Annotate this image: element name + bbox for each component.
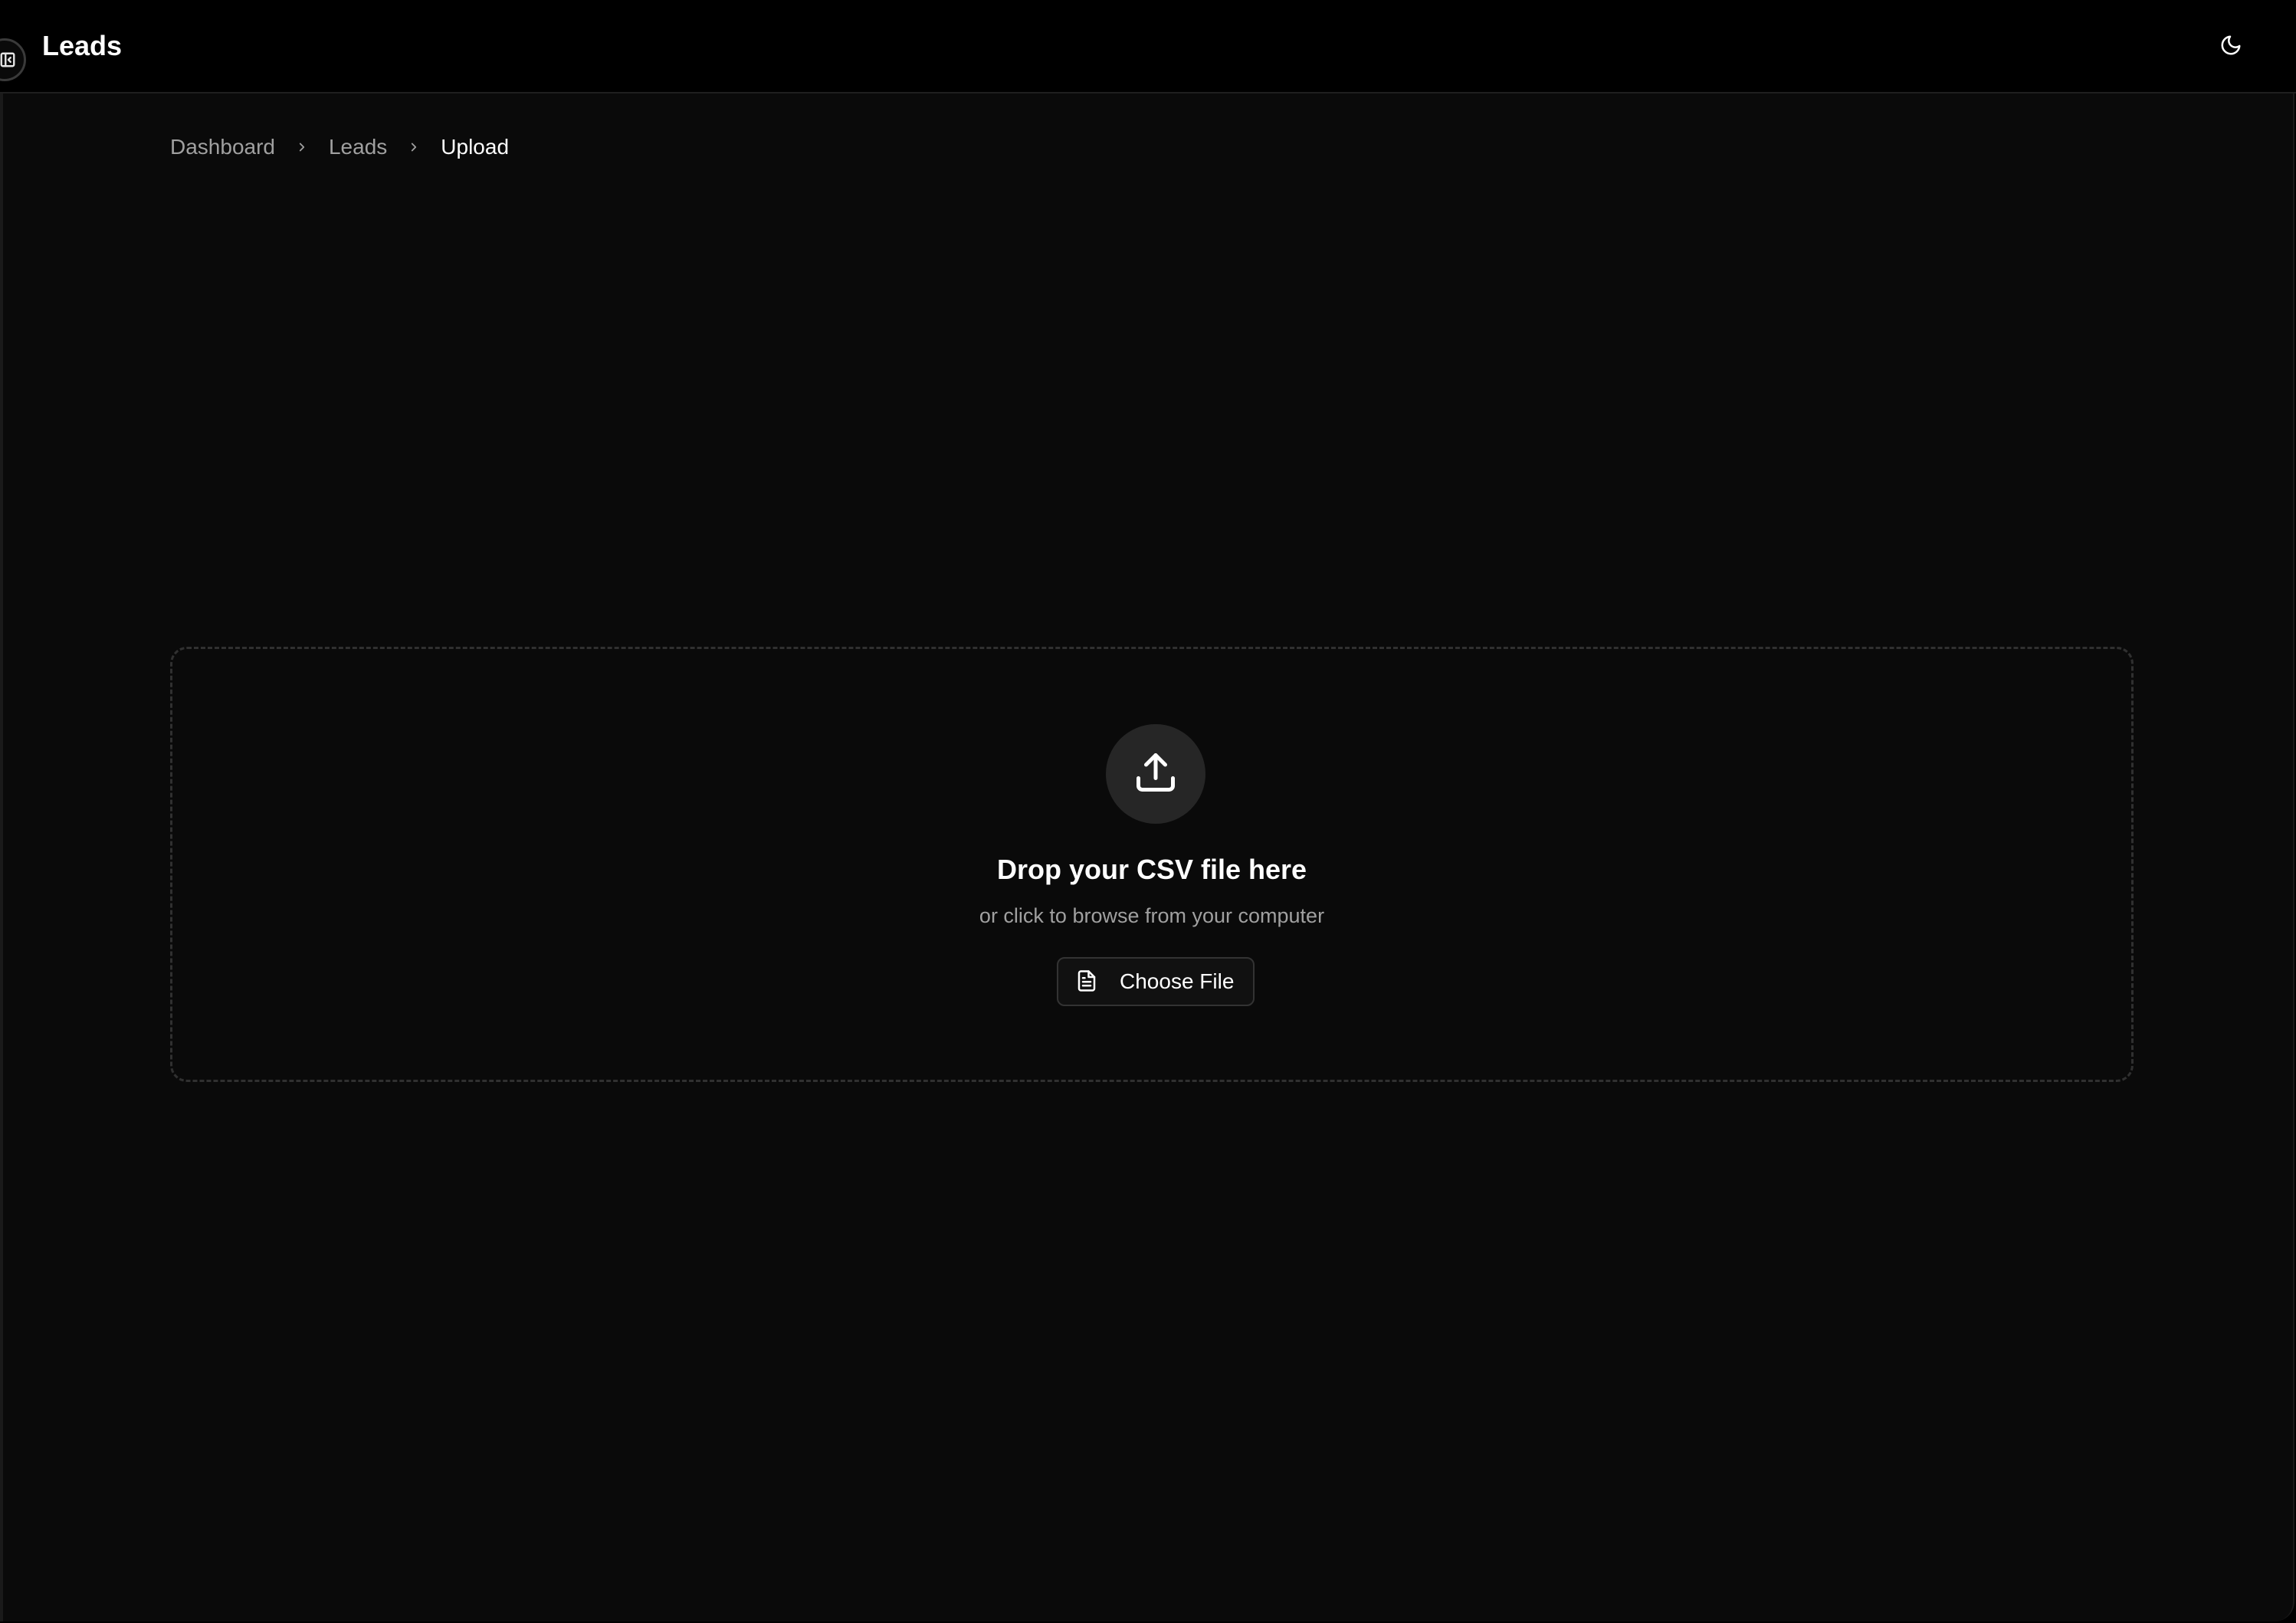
top-header: Leads (0, 0, 2296, 93)
moon-icon (2219, 34, 2242, 61)
theme-toggle-button[interactable] (2212, 28, 2250, 66)
csv-dropzone[interactable]: Drop your CSV file here or click to brow… (170, 647, 2134, 1082)
dropzone-title: Drop your CSV file here (996, 854, 1307, 885)
upload-icon-badge (1106, 724, 1205, 824)
chevron-right-icon (275, 140, 329, 154)
chevron-right-icon (387, 140, 441, 154)
breadcrumb: Dashboard Leads Upload (170, 132, 509, 162)
choose-file-label: Choose File (1120, 969, 1235, 993)
breadcrumb-item-dashboard[interactable]: Dashboard (170, 135, 275, 159)
upload-icon (1133, 749, 1179, 799)
choose-file-button[interactable]: Choose File (1057, 957, 1255, 1006)
dropzone-subtitle: or click to browse from your computer (979, 904, 1325, 927)
panel-left-close-icon (0, 51, 16, 68)
file-text-icon (1075, 969, 1098, 995)
breadcrumb-item-leads[interactable]: Leads (329, 135, 387, 159)
sidebar-toggle-button[interactable] (0, 38, 26, 81)
main-content: Dashboard Leads Upload Drop your CSV fil (0, 93, 2294, 1621)
breadcrumb-item-upload: Upload (441, 135, 510, 159)
page-title: Leads (42, 30, 123, 61)
